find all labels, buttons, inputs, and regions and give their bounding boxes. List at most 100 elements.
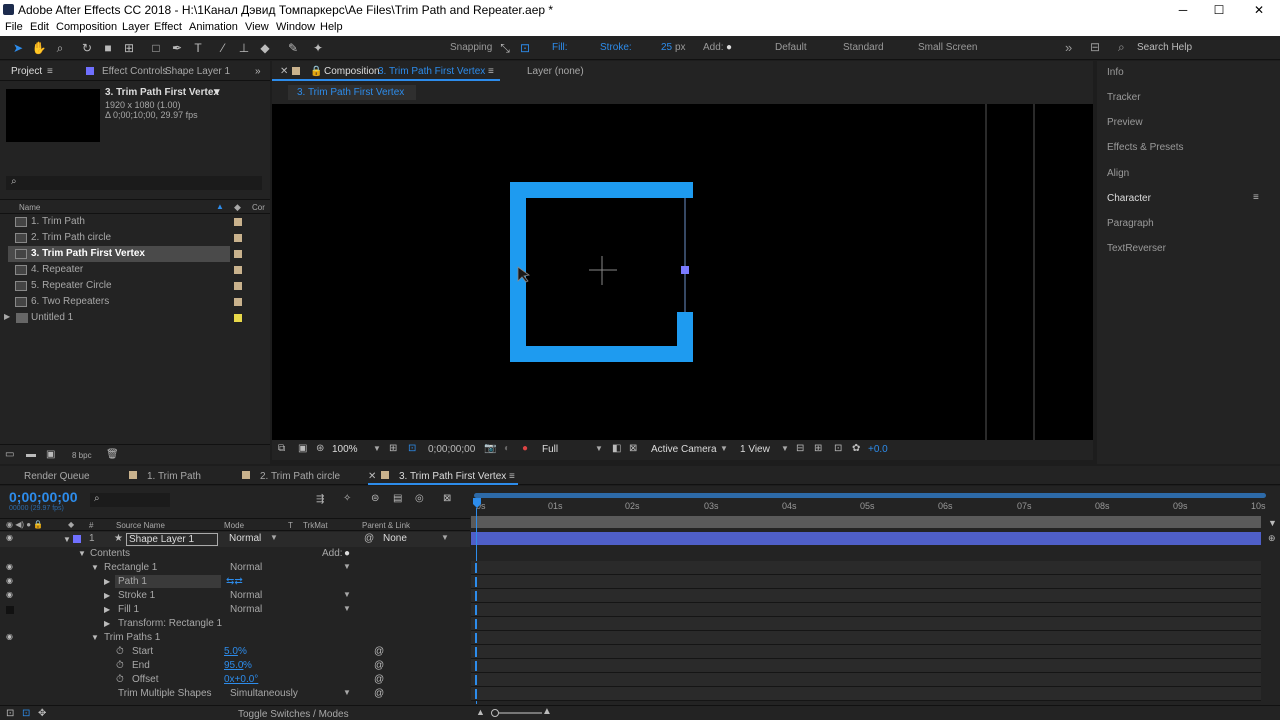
- menu-help[interactable]: Help: [320, 21, 343, 33]
- layer-row[interactable]: ◉ ▼ 1 ★ Shape Layer 1 Normal ▼ @ None ▼: [0, 532, 470, 547]
- close-tab-icon[interactable]: ✕: [280, 66, 288, 77]
- puppet-pin-tool-icon[interactable]: ✦: [310, 40, 326, 56]
- trash-icon[interactable]: 🗑: [106, 449, 119, 460]
- toggle-switches-modes[interactable]: Toggle Switches / Modes: [238, 709, 349, 720]
- chevron-down-icon[interactable]: ▼: [91, 633, 99, 642]
- stroke-blend-mode[interactable]: Normal: [230, 590, 262, 601]
- panel-overflow-icon[interactable]: »: [255, 66, 261, 77]
- tab-timeline-2[interactable]: 2. Trim Path circle: [260, 471, 340, 482]
- chevron-right-icon[interactable]: ▶: [104, 577, 110, 586]
- expression-pick-whip-icon[interactable]: @: [374, 660, 384, 671]
- toggle-pixel-aspect-icon[interactable]: ⊟: [796, 443, 804, 454]
- chevron-down-icon[interactable]: ▼: [720, 444, 728, 453]
- label-swatch[interactable]: [234, 218, 242, 226]
- composition-viewer[interactable]: [272, 104, 1093, 440]
- close-icon[interactable]: ✕: [1239, 0, 1279, 20]
- list-item[interactable]: 4. Repeater: [8, 262, 248, 278]
- list-item[interactable]: 6. Two Repeaters: [8, 294, 248, 310]
- draft-3d-icon[interactable]: ✧: [343, 493, 351, 504]
- chevron-down-icon[interactable]: ▼: [270, 533, 278, 542]
- panel-info[interactable]: Info: [1107, 67, 1124, 78]
- zoom-in-icon[interactable]: ▲: [542, 706, 552, 717]
- tab-render-queue[interactable]: Render Queue: [24, 471, 90, 482]
- workspace-small-screen[interactable]: Small Screen: [918, 42, 977, 53]
- show-snapshot-icon[interactable]: ◐: [504, 443, 510, 454]
- panel-character[interactable]: Character: [1107, 193, 1151, 204]
- workspace-default[interactable]: Default: [775, 42, 807, 53]
- tab-layer[interactable]: Layer (none): [527, 66, 584, 77]
- label-swatch[interactable]: [234, 234, 242, 242]
- list-item-selected[interactable]: 3. Trim Path First Vertex: [8, 246, 230, 262]
- visibility-eye-icon[interactable]: ◉: [6, 533, 13, 542]
- zoom-slider-track[interactable]: [492, 712, 542, 714]
- add-content-icon[interactable]: ●: [344, 548, 350, 559]
- list-item[interactable]: 1. Trim Path: [8, 214, 248, 230]
- lock-icon[interactable]: 🔒: [310, 66, 322, 77]
- visibility-eye-icon[interactable]: ◉: [6, 576, 13, 585]
- layer-name-field[interactable]: Shape Layer 1: [126, 533, 218, 546]
- work-area-range[interactable]: [471, 516, 1261, 528]
- chevron-down-icon[interactable]: ▼: [781, 444, 789, 453]
- current-time-display[interactable]: 0;00;00;00: [428, 444, 475, 455]
- visibility-eye-icon[interactable]: ◉: [6, 590, 13, 599]
- roto-brush-tool-icon[interactable]: ✎: [285, 40, 301, 56]
- menu-view[interactable]: View: [245, 21, 269, 33]
- label-swatch[interactable]: [234, 314, 242, 322]
- path-direction-icon[interactable]: ⇆⇄: [226, 576, 243, 587]
- chevron-right-icon[interactable]: ▶: [104, 591, 110, 600]
- transparency-grid-icon[interactable]: ⊠: [629, 443, 637, 454]
- layer-switches-icon[interactable]: ⊡: [6, 708, 14, 719]
- panel-preview[interactable]: Preview: [1107, 117, 1143, 128]
- chevron-down-icon[interactable]: ▼: [343, 590, 351, 599]
- project-menu-icon[interactable]: ≡: [47, 66, 53, 77]
- fill-row[interactable]: ▶ Fill 1 Normal ▼: [0, 603, 470, 617]
- chevron-down-icon[interactable]: ▼: [91, 563, 99, 572]
- keyframe-navigator-icon[interactable]: ⊕: [1268, 533, 1276, 544]
- time-ruler[interactable]: 0s 01s 02s 03s 04s 05s 06s 07s 08s 09s 1…: [470, 501, 1270, 515]
- comp-mini-flowchart-icon[interactable]: ⇶: [316, 494, 324, 505]
- menu-layer[interactable]: Layer: [122, 21, 150, 33]
- trim-multiple-dropdown[interactable]: Simultaneously: [230, 688, 298, 699]
- type-tool-icon[interactable]: T: [190, 40, 206, 56]
- resolution-dropdown[interactable]: Full: [542, 444, 558, 455]
- selection-tool-icon[interactable]: ➤: [10, 40, 26, 56]
- tab-project[interactable]: Project: [11, 66, 42, 77]
- chevron-right-icon[interactable]: ▶: [104, 619, 110, 628]
- menu-composition[interactable]: Composition: [56, 21, 117, 33]
- graph-editor-icon[interactable]: ⊠: [443, 493, 451, 504]
- tab-composition-name[interactable]: 3. Trim Path First Vertex: [378, 66, 485, 77]
- menu-file[interactable]: File: [5, 21, 23, 33]
- close-tab-icon[interactable]: ✕: [368, 471, 376, 482]
- brush-tool-icon[interactable]: ⁄: [215, 40, 231, 56]
- snapshot-icon[interactable]: 📷: [484, 443, 496, 454]
- bpc-label[interactable]: 8 bpc: [72, 451, 92, 460]
- visibility-eye-icon[interactable]: ◉: [6, 632, 13, 641]
- grid-guides-icon[interactable]: ⊞: [389, 443, 397, 454]
- trim-multiple-row[interactable]: Trim Multiple Shapes Simultaneously ▼ @: [0, 687, 470, 701]
- rectangle-row[interactable]: ◉ ▼ Rectangle 1 Normal ▼: [0, 561, 470, 575]
- tab-composition-label[interactable]: Composition: [324, 66, 380, 77]
- exposure-value[interactable]: +0.0: [868, 444, 888, 455]
- transform-row[interactable]: ▶ Transform: Rectangle 1: [0, 617, 470, 631]
- stopwatch-icon[interactable]: ⏱: [116, 674, 124, 685]
- list-item[interactable]: 5. Repeater Circle: [8, 278, 248, 294]
- hide-shy-icon[interactable]: ⊜: [371, 493, 379, 504]
- chevron-down-icon[interactable]: ▼: [63, 535, 71, 544]
- start-row[interactable]: ⏱ Start 5.0 % @: [0, 645, 470, 659]
- search-help-input[interactable]: Search Help: [1137, 42, 1192, 53]
- list-item[interactable]: 2. Trim Path circle: [8, 230, 248, 246]
- transfer-controls-icon[interactable]: ⊡: [22, 708, 30, 719]
- expression-pick-whip-icon[interactable]: @: [374, 674, 384, 685]
- tab-effect-controls-layer[interactable]: Shape Layer 1: [165, 66, 230, 77]
- breadcrumb[interactable]: 3. Trim Path First Vertex: [288, 85, 416, 100]
- menu-edit[interactable]: Edit: [30, 21, 49, 33]
- zoom-slider-thumb[interactable]: [491, 709, 499, 717]
- column-name[interactable]: Name: [19, 203, 40, 212]
- layer-label-swatch[interactable]: [73, 535, 81, 543]
- end-row[interactable]: ⏱ End 95.0 % @: [0, 659, 470, 673]
- rotate-tool-icon[interactable]: ↻: [79, 40, 95, 56]
- panel-effects-presets[interactable]: Effects & Presets: [1107, 142, 1184, 153]
- visibility-off-box[interactable]: [6, 606, 14, 614]
- column-source-name[interactable]: Source Name: [116, 521, 165, 530]
- parent-dropdown[interactable]: None: [383, 533, 407, 544]
